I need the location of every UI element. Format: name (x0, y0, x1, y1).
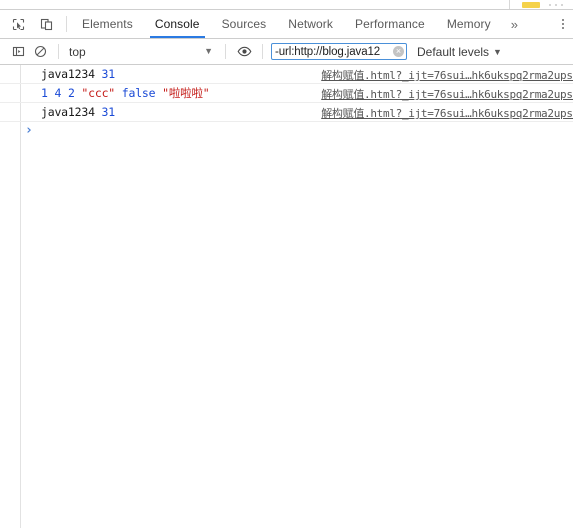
console-sidebar-icon[interactable] (8, 42, 28, 62)
tab-console[interactable]: Console (144, 10, 211, 38)
tabbar-divider (66, 16, 67, 32)
filter-clear-icon[interactable]: × (393, 46, 404, 57)
tab-performance[interactable]: Performance (344, 10, 436, 38)
tab-sources[interactable]: Sources (211, 10, 278, 38)
chrome-strip-divider (509, 0, 510, 9)
tab-elements[interactable]: Elements (71, 10, 144, 38)
console-prompt-row[interactable]: › (0, 122, 573, 141)
console-message-row[interactable]: java1234 31 解构赋值.html?_ijt=76sui…hk6uksp… (0, 103, 573, 122)
chevron-down-icon: ▼ (204, 46, 213, 56)
log-levels-dropdown[interactable]: Default levels ▼ (417, 45, 502, 59)
console-message-source-link[interactable]: 解构赋值.html?_ijt=76sui…hk6ukspq2rma2ups: (321, 86, 573, 102)
execution-context-value: top (69, 44, 86, 59)
tab-list: Elements Console Sources Network Perform… (71, 10, 546, 38)
console-message-source-link[interactable]: 解构赋值.html?_ijt=76sui…hk6ukspq2rma2ups: (321, 105, 573, 121)
console-message-text: java1234 31 (41, 67, 115, 81)
device-toolbar-icon[interactable] (36, 14, 56, 34)
console-message-text: 1 4 2 "ccc" false "啦啦啦" (41, 86, 210, 100)
devtools-window: Elements Console Sources Network Perform… (0, 9, 573, 528)
filter-input[interactable]: -url:http://blog.java12 (275, 46, 393, 58)
console-toolbar: top ▼ -url:http://blog.java12 × Default … (0, 39, 573, 65)
console-prompt-caret-icon: › (25, 123, 33, 138)
console-message-source-link[interactable]: 解构赋值.html?_ijt=76sui…hk6ukspq2rma2ups: (321, 67, 573, 83)
clear-console-icon[interactable] (30, 42, 50, 62)
tab-memory[interactable]: Memory (436, 10, 502, 38)
execution-context-select[interactable]: top ▼ (67, 45, 217, 59)
console-toolbar-divider-1 (58, 44, 59, 59)
inspect-element-icon[interactable] (8, 14, 28, 34)
clipped-browser-chrome-strip (0, 0, 573, 9)
live-expression-eye-icon[interactable] (234, 42, 254, 62)
tabs-overflow-icon[interactable]: » (502, 10, 527, 38)
console-message-row[interactable]: java1234 31 解构赋值.html?_ijt=76sui…hk6uksp… (0, 65, 573, 84)
console-message-row[interactable]: 1 4 2 "ccc" false "啦啦啦" 解构赋值.html?_ijt=7… (0, 84, 573, 103)
devtools-tabbar: Elements Console Sources Network Perform… (0, 10, 573, 39)
tabbar-right-icons (546, 10, 573, 38)
chrome-strip-dots (548, 2, 568, 8)
chevron-down-icon: ▼ (493, 46, 502, 57)
tabbar-left-icons (0, 10, 62, 38)
more-vertical-icon[interactable] (555, 12, 571, 36)
warning-badge-clipped[interactable] (522, 2, 540, 8)
tab-network[interactable]: Network (277, 10, 344, 38)
console-filter-box[interactable]: -url:http://blog.java12 × (271, 43, 407, 60)
console-message-text: java1234 31 (41, 105, 115, 119)
console-toolbar-divider-3 (262, 44, 263, 59)
log-levels-label: Default levels (417, 44, 490, 59)
console-message-list[interactable]: java1234 31 解构赋值.html?_ijt=76sui…hk6uksp… (0, 65, 573, 528)
console-toolbar-divider-2 (225, 44, 226, 59)
